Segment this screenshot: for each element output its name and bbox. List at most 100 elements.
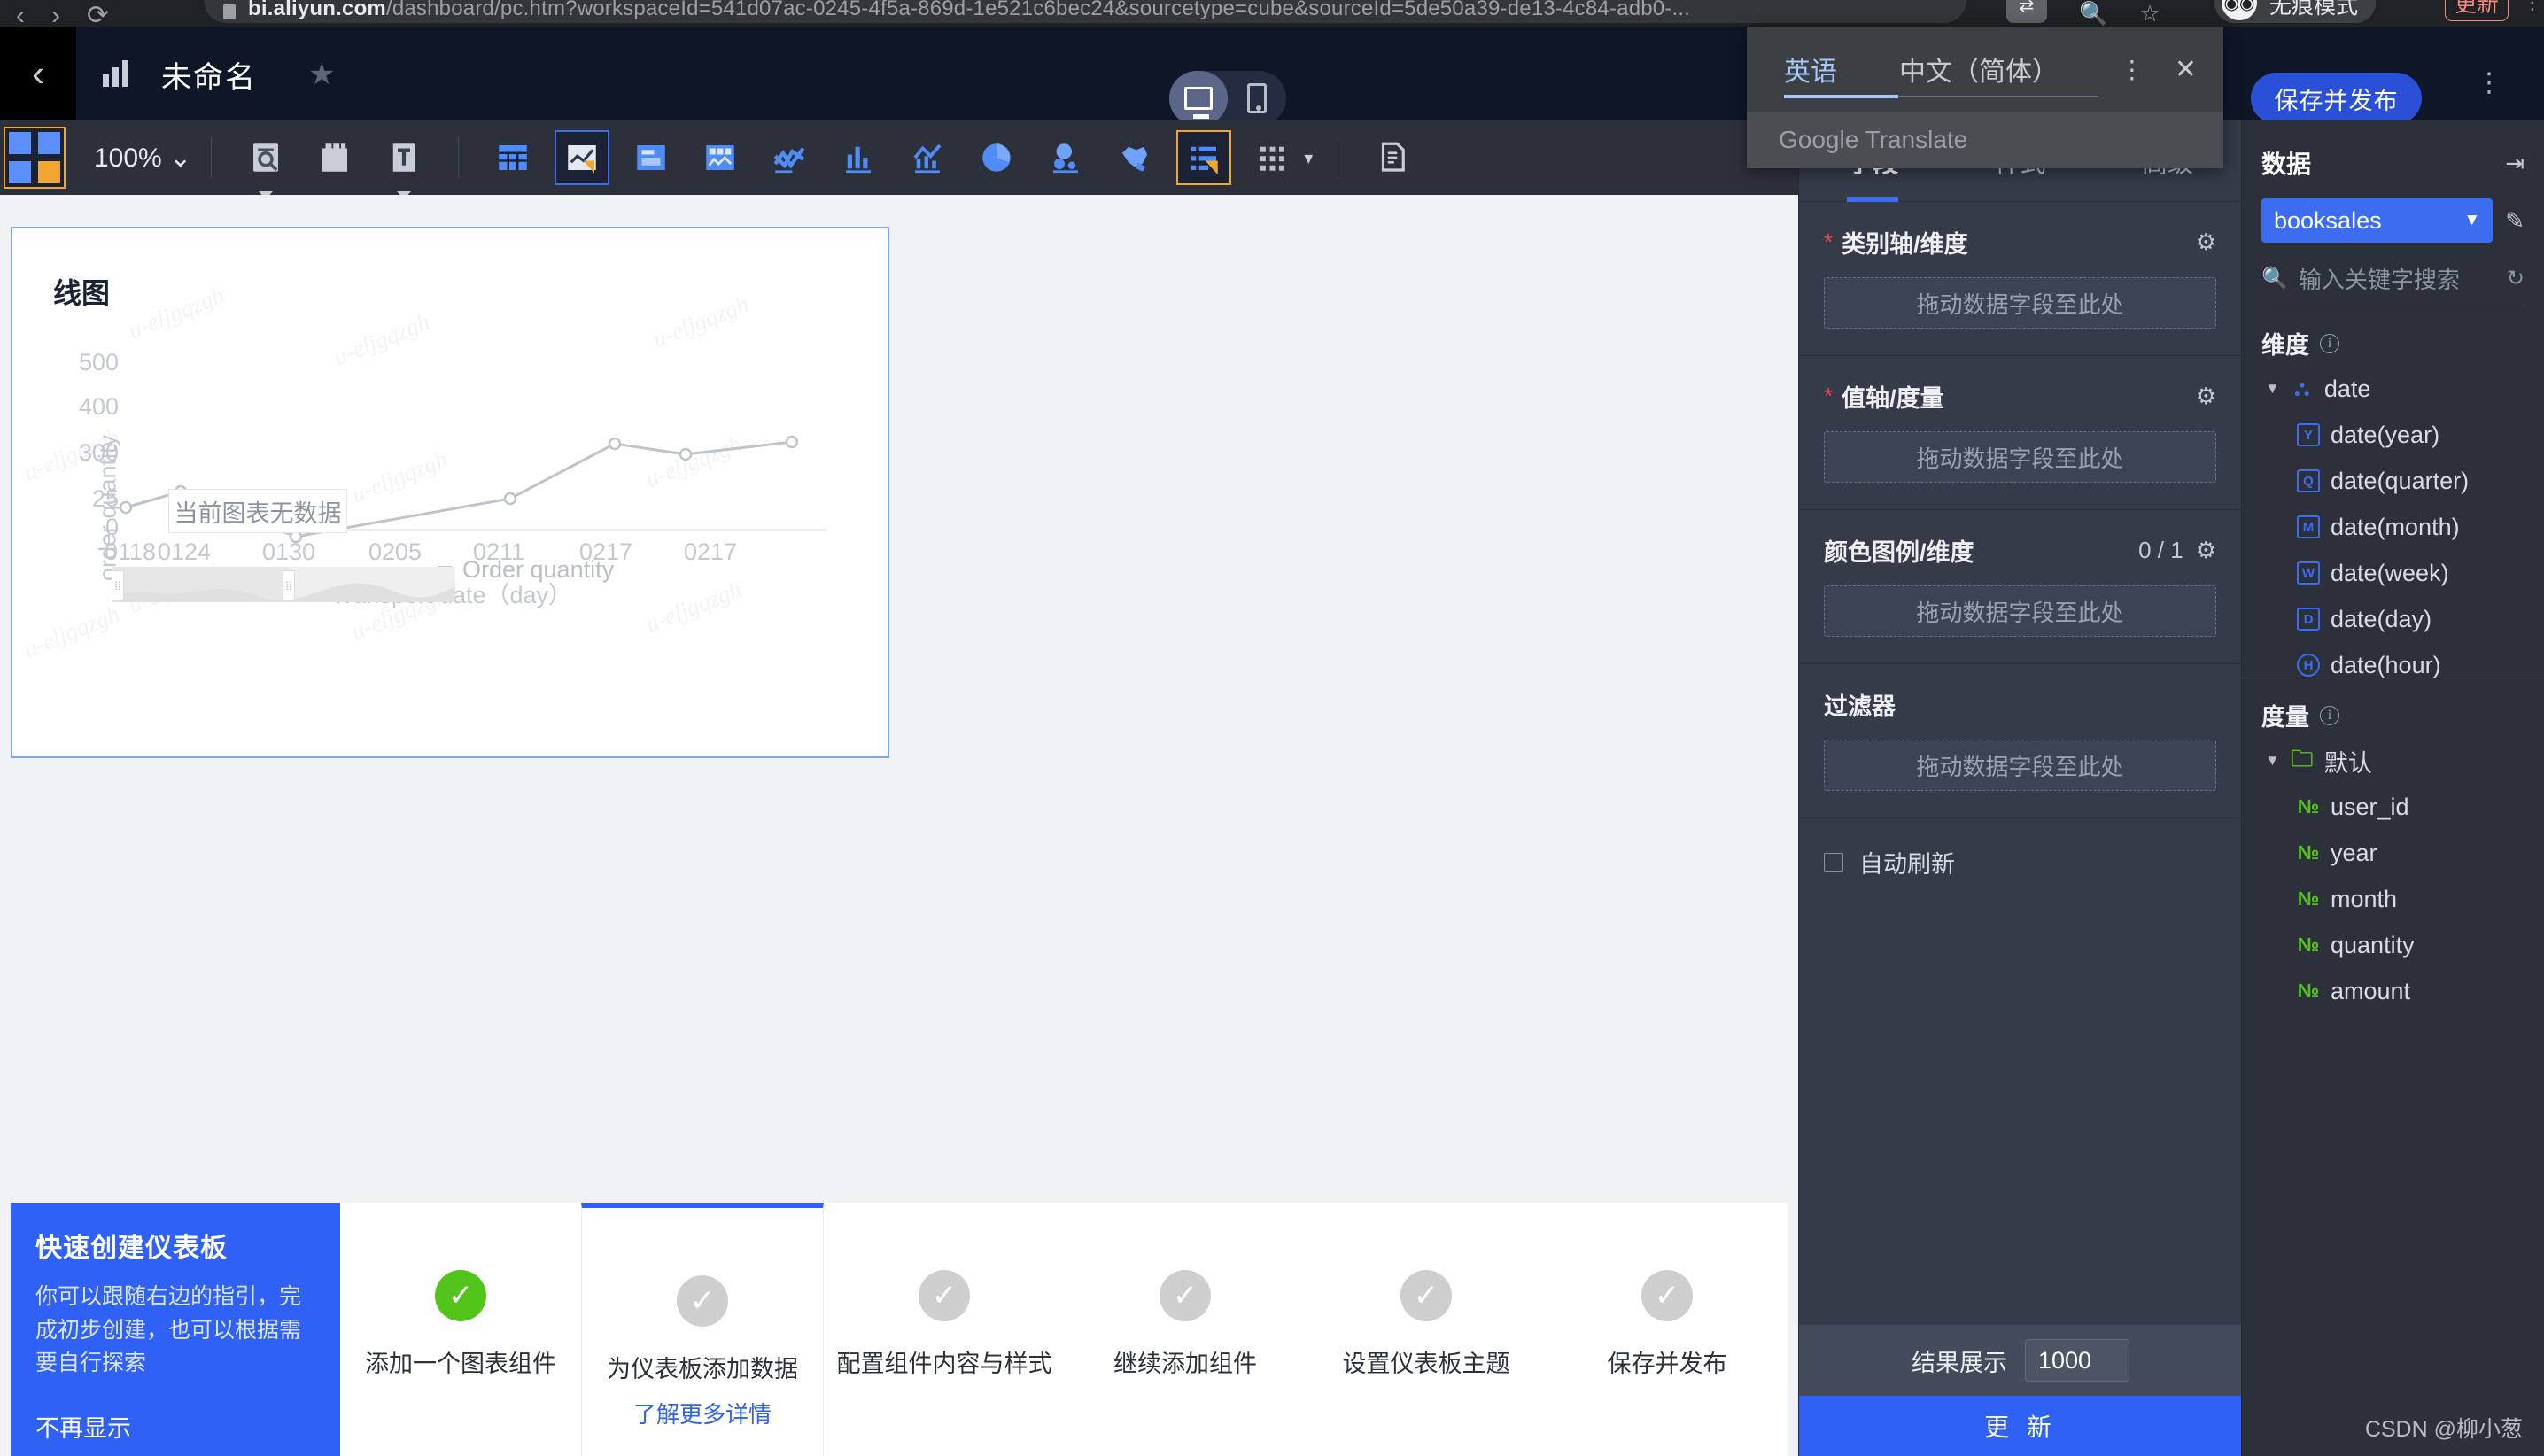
pie-chart-icon[interactable] — [969, 130, 1024, 185]
browser-update-button[interactable]: 更新 — [2445, 0, 2509, 21]
page-title[interactable]: 未命名 — [161, 53, 257, 97]
config-section-value-axis: * 值轴/度量 ⚙ 拖动数据字段至此处 — [1799, 356, 2241, 510]
map-chart-icon[interactable] — [1107, 130, 1162, 185]
more-components-icon[interactable] — [1245, 130, 1300, 185]
auto-refresh-row[interactable]: 自动刷新 — [1799, 818, 2241, 906]
close-icon[interactable]: ✕ — [2175, 54, 2197, 85]
guide-step[interactable]: ✓ 保存并发布 — [1547, 1203, 1788, 1456]
field-date-month[interactable]: M date(month) — [2242, 504, 2544, 550]
chart-widget[interactable]: 线图 u-eljgqzgh u-eljgqzgh u-eljgqzgh u-el… — [11, 227, 889, 758]
gear-icon[interactable]: ⚙ — [2196, 383, 2216, 410]
dropzone-color-legend[interactable]: 拖动数据字段至此处 — [1824, 585, 2216, 637]
translate-icon[interactable]: ⇄ — [2006, 0, 2047, 23]
search-icon[interactable]: 🔍 — [2079, 2, 2107, 25]
calendar-quarter-icon: Q — [2297, 469, 2320, 492]
guide-step[interactable]: ✓ 添加一个图表组件 — [340, 1203, 581, 1456]
export-icon[interactable] — [1365, 130, 1420, 185]
browser-back-icon[interactable]: ‹ — [16, 3, 25, 27]
guide-step-more-link[interactable]: 了解更多详情 — [633, 1397, 772, 1429]
browser-forward-icon[interactable]: › — [51, 3, 60, 27]
field-date-year[interactable]: Y date(year) — [2242, 412, 2544, 458]
info-icon[interactable]: i — [2320, 333, 2339, 353]
combo-chart-icon[interactable] — [900, 130, 955, 185]
guide-step-label: 添加一个图表组件 — [365, 1351, 556, 1377]
text-icon[interactable] — [376, 130, 431, 199]
update-button[interactable]: 更 新 — [1799, 1396, 2242, 1456]
gear-icon[interactable]: ⚙ — [2196, 537, 2216, 564]
field-label: quantity — [2331, 931, 2415, 958]
chevron-down-icon[interactable]: ▼ — [2265, 752, 2280, 770]
result-limit-input[interactable]: 1000 — [2025, 1339, 2129, 1382]
measure-folder-default[interactable]: ▼ 🗀 默认 — [2242, 738, 2544, 784]
url-text: bi.aliyun.com/dashboard/pc.htm?workspace… — [248, 0, 1690, 21]
omnibox-icons: ⇄ 🔍 ☆ — [2006, 0, 2160, 25]
gear-icon[interactable]: ⚙ — [2196, 228, 2216, 256]
translate-tab-source[interactable]: 英语 — [1773, 27, 1848, 112]
measure-year[interactable]: № year — [2242, 830, 2544, 876]
data-panel-title: 数据 — [2261, 151, 2312, 178]
edit-icon[interactable]: ✎ — [2505, 207, 2525, 235]
field-date-week[interactable]: W date(week) — [2242, 550, 2544, 596]
back-button[interactable]: ‹ — [0, 27, 76, 120]
dropzone-value-axis[interactable]: 拖动数据字段至此处 — [1824, 431, 2216, 483]
guide-step[interactable]: ✓ 设置仪表板主题 — [1306, 1203, 1547, 1456]
star-icon[interactable]: ★ — [308, 57, 335, 92]
field-group-date[interactable]: ▼ ⛬ date — [2242, 366, 2544, 412]
search-input[interactable]: 输入关键字搜索 — [2299, 262, 2460, 295]
header-more-icon[interactable]: ⋮ — [2476, 70, 2502, 97]
guide-step[interactable]: ✓ 为仪表板添加数据 了解更多详情 — [581, 1203, 824, 1456]
bookmark-icon[interactable]: ☆ — [2139, 2, 2160, 25]
guide-step[interactable]: ✓ 继续添加组件 — [1065, 1203, 1306, 1456]
bi-logo-icon[interactable] — [4, 127, 66, 189]
list-chart-icon[interactable] — [1176, 130, 1232, 185]
dashboard-canvas[interactable]: 线图 u-eljgqzgh u-eljgqzgh u-eljgqzgh u-el… — [0, 195, 1798, 1456]
bubble-chart-icon[interactable] — [1038, 130, 1093, 185]
measure-month[interactable]: № month — [2242, 876, 2544, 922]
measure-amount[interactable]: № amount — [2242, 968, 2544, 1014]
save-publish-button[interactable]: 保存并发布 — [2251, 73, 2422, 124]
field-date-quarter[interactable]: Q date(quarter) — [2242, 458, 2544, 504]
card-icon[interactable] — [307, 130, 362, 185]
field-date-day[interactable]: D date(day) — [2242, 596, 2544, 642]
translate-more-icon[interactable]: ⋮ — [2120, 57, 2145, 81]
chart-range-slider[interactable]: ⁞⁞ ⁞⁞ — [112, 567, 455, 602]
dimensions-group-header: 维度 i — [2242, 306, 2544, 366]
device-preview-toggle[interactable] — [1169, 71, 1286, 126]
browser-nav-buttons: ‹ › ⟳ — [0, 0, 213, 27]
column-chart-icon[interactable] — [831, 130, 886, 185]
area-line-icon[interactable] — [762, 130, 817, 185]
incognito-indicator[interactable]: ◉◉ 无痕模式 — [2214, 0, 2377, 23]
chevron-down-icon[interactable]: ▾ — [1304, 147, 1313, 169]
browser-menu-icon[interactable]: ⋮ — [2523, 0, 2542, 14]
table-icon[interactable] — [485, 130, 540, 185]
zoom-level-selector[interactable]: 100% ⌄ — [94, 143, 191, 174]
preview-icon[interactable] — [238, 130, 293, 199]
data-source-select[interactable]: booksales ▼ — [2261, 198, 2494, 243]
mobile-icon[interactable] — [1228, 71, 1286, 126]
chevron-down-icon[interactable]: ▼ — [2265, 380, 2280, 398]
dimensions-list[interactable]: ▼ ⛬ date Y date(year) Q date(quarter) M … — [2242, 366, 2544, 678]
range-slider-handle-right[interactable]: ⁞⁞ — [283, 570, 295, 600]
kpi-card-icon[interactable] — [624, 130, 679, 185]
guide-dismiss-link[interactable]: 不再显示 — [35, 1409, 131, 1444]
refresh-icon[interactable]: ↻ — [2507, 266, 2525, 291]
line-chart-icon[interactable] — [555, 130, 610, 185]
field-date-hour[interactable]: H date(hour) — [2242, 642, 2544, 678]
config-section-color-legend: 颜色图例/维度 0 / 1 ⚙ 拖动数据字段至此处 — [1799, 510, 2241, 664]
browser-reload-icon[interactable]: ⟳ — [87, 3, 109, 27]
measure-quantity[interactable]: № quantity — [2242, 922, 2544, 968]
range-slider-handle-left[interactable]: ⁞⁞ — [112, 570, 124, 600]
auto-refresh-checkbox[interactable] — [1824, 852, 1843, 872]
measure-user-id[interactable]: № user_id — [2242, 784, 2544, 830]
measures-list[interactable]: ▼ 🗀 默认 № user_id № year № month № quanti… — [2242, 738, 2544, 1014]
dropzone-filter[interactable]: 拖动数据字段至此处 — [1824, 740, 2216, 791]
desktop-icon[interactable] — [1169, 71, 1228, 126]
dashboard-block-icon[interactable] — [693, 130, 748, 185]
dropzone-category-axis[interactable]: 拖动数据字段至此处 — [1824, 277, 2216, 329]
field-search-row[interactable]: 🔍 输入关键字搜索 ↻ — [2261, 262, 2525, 306]
collapse-panel-icon[interactable]: ⇥ — [2505, 150, 2525, 177]
guide-step[interactable]: ✓ 配置组件内容与样式 — [824, 1203, 1065, 1456]
address-bar[interactable]: bi.aliyun.com/dashboard/pc.htm?workspace… — [204, 0, 1966, 23]
info-icon[interactable]: i — [2320, 705, 2339, 725]
translate-tab-target[interactable]: 中文（简体） — [1889, 27, 2069, 112]
